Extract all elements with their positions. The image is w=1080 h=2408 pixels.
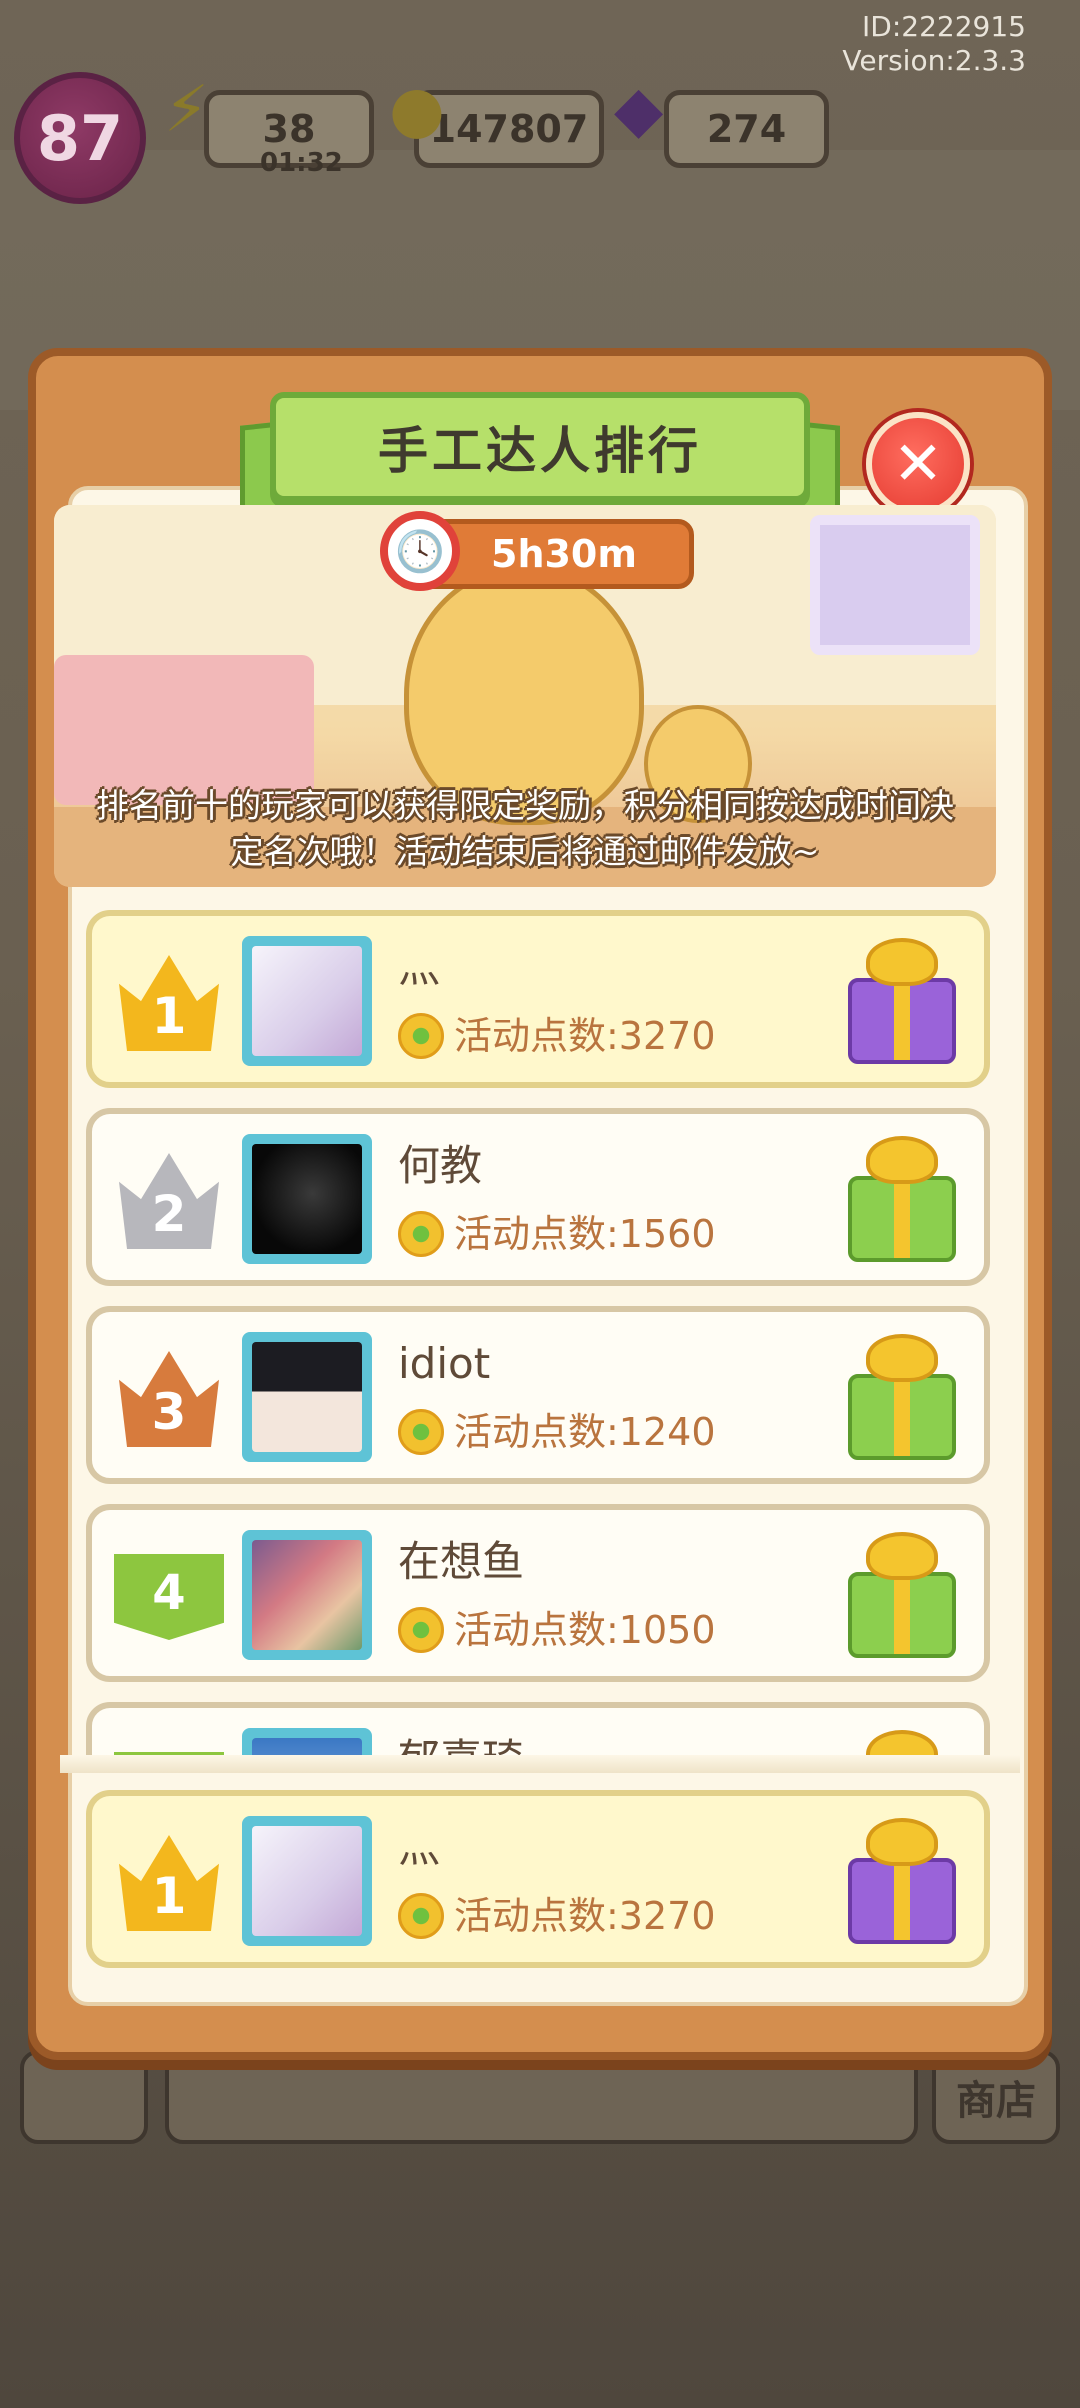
background-left-button — [20, 2050, 148, 2144]
close-button[interactable]: ✕ — [866, 412, 970, 516]
gift-bow — [866, 1334, 938, 1382]
player-score: 活动点数:3270 — [398, 1892, 716, 1940]
coin-icon: ● — [389, 73, 445, 147]
player-score: 活动点数:3270 — [398, 1012, 716, 1060]
flower-icon — [398, 1607, 444, 1653]
gift-bow — [866, 1818, 938, 1866]
avatar[interactable] — [242, 1530, 372, 1660]
score-text: 活动点数:1560 — [454, 1212, 716, 1256]
list-divider — [60, 1755, 1020, 1773]
my-ranking-row[interactable]: 1 灬 活动点数:3270 — [86, 1790, 990, 1968]
avatar-image — [252, 1144, 362, 1254]
reward-gift-icon[interactable] — [844, 1136, 960, 1266]
gift-box-green — [848, 1374, 956, 1460]
flower-icon — [398, 1211, 444, 1257]
ranking-row-4[interactable]: 4 在想鱼 活动点数:1050 — [86, 1504, 990, 1682]
id-version-block: ID:2222915 Version:2.3.3 — [842, 10, 1026, 78]
reward-gift-icon[interactable] — [844, 1818, 960, 1948]
player-score: 活动点数:1560 — [398, 1210, 716, 1258]
event-banner: 5h30m 🕓 排名前十的玩家可以获得限定奖励，积分相同按达成时间决定名次哦！活… — [54, 505, 996, 887]
rank-badge: 2 — [114, 1146, 224, 1256]
rank-badge: 1 — [114, 1828, 224, 1938]
silver-crown-icon: 2 — [119, 1153, 219, 1249]
gift-box-green — [848, 1572, 956, 1658]
score-text: 活动点数:3270 — [454, 1014, 716, 1058]
player-name: 在想鱼 — [398, 1537, 525, 1586]
top-hud: 87 38 ⚡ 01:32 147807 ● 274 ◆ — [14, 72, 1064, 204]
banner-window — [810, 515, 980, 655]
reward-gift-icon[interactable] — [844, 1532, 960, 1662]
reward-gift-icon[interactable] — [844, 1334, 960, 1464]
gold-crown-icon: 1 — [119, 955, 219, 1051]
level-badge: 87 — [14, 72, 146, 204]
player-name: 灬 — [398, 943, 441, 992]
gold-crown-icon: 1 — [119, 1835, 219, 1931]
flower-icon — [398, 1409, 444, 1455]
player-score: 活动点数:1050 — [398, 1606, 716, 1654]
rank-badge: 3 — [114, 1344, 224, 1454]
avatar[interactable] — [242, 1816, 372, 1946]
bronze-crown-icon: 3 — [119, 1351, 219, 1447]
ranking-row-5[interactable]: 5 郁喜琦 — [86, 1702, 990, 1762]
player-name: 何教 — [398, 1141, 483, 1190]
player-name: idiot — [398, 1339, 491, 1388]
gift-box-purple — [848, 978, 956, 1064]
avatar[interactable] — [242, 936, 372, 1066]
score-text: 活动点数:3270 — [454, 1894, 716, 1938]
gem-counter: 274 — [664, 90, 829, 168]
gift-bow — [866, 938, 938, 986]
score-text: 活动点数:1050 — [454, 1608, 716, 1652]
avatar-image — [252, 1540, 362, 1650]
flower-icon — [398, 1013, 444, 1059]
reward-gift-icon[interactable] — [844, 938, 960, 1068]
ranking-row-2[interactable]: 2 何教 活动点数:1560 — [86, 1108, 990, 1286]
gift-bow — [866, 1532, 938, 1580]
player-name: 灬 — [398, 1823, 441, 1872]
background-bottom-bar: 商店 — [20, 2050, 1060, 2144]
background-shop-button: 商店 — [932, 2050, 1060, 2144]
lightning-icon: ⚡ — [164, 73, 209, 147]
avatar-image — [252, 1342, 362, 1452]
gift-box-green — [848, 1176, 956, 1262]
player-id-label: ID:2222915 — [862, 10, 1026, 43]
ranking-row-1[interactable]: 1 灬 活动点数:3270 — [86, 910, 990, 1088]
gift-bow — [866, 1136, 938, 1184]
title-ribbon: 手工达人排行 — [270, 392, 810, 502]
event-notice: 排名前十的玩家可以获得限定奖励，积分相同按达成时间决定名次哦！活动结束后将通过邮… — [96, 786, 954, 871]
clock-icon: 🕓 — [380, 511, 460, 591]
avatar[interactable] — [242, 1332, 372, 1462]
ranking-row-3[interactable]: 3 idiot 活动点数:1240 — [86, 1306, 990, 1484]
energy-timer: 01:32 — [260, 148, 343, 178]
gem-icon: ◆ — [614, 73, 664, 147]
rank-badge: 1 — [114, 948, 224, 1058]
green-flag-icon: 4 — [114, 1554, 224, 1640]
rank-badge: 4 — [114, 1542, 224, 1652]
avatar-image — [252, 946, 362, 1056]
avatar[interactable] — [242, 1134, 372, 1264]
score-text: 活动点数:1240 — [454, 1410, 716, 1454]
close-icon: ✕ — [892, 429, 944, 499]
modal-title: 手工达人排行 — [378, 422, 702, 480]
background-middle-panel — [165, 2050, 918, 2144]
player-score: 活动点数:1240 — [398, 1408, 716, 1456]
flower-icon — [398, 1893, 444, 1939]
ranking-list[interactable]: 1 灬 活动点数:3270 2 何教 活动点数:1560 3 idiot 活动点… — [86, 910, 990, 1762]
gift-box-purple — [848, 1858, 956, 1944]
avatar-image — [252, 1826, 362, 1936]
